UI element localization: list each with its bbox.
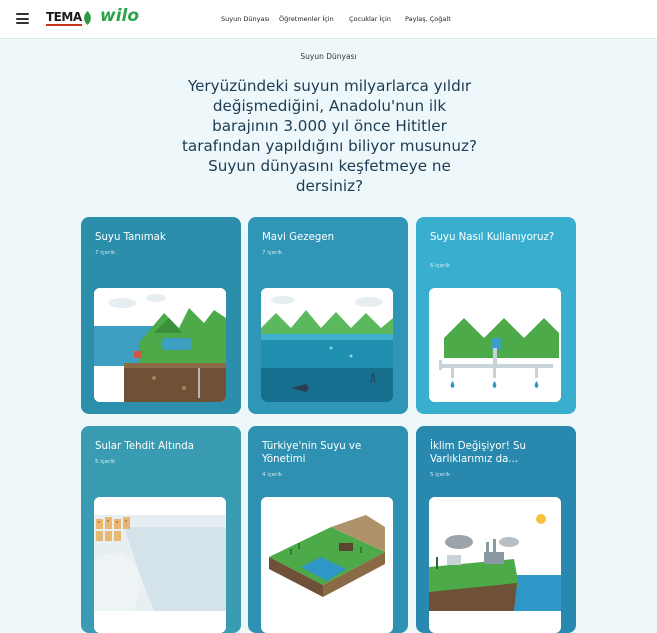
- threatened-water-illustration: [94, 497, 226, 633]
- water-usage-illustration: [429, 288, 561, 402]
- card-title: Suyu Tanımak: [95, 232, 166, 243]
- card-sular-tehdit-altinda[interactable]: Sular Tehdit Altında 5 içerik: [81, 426, 241, 633]
- card-turkiyenin-suyu[interactable]: Türkiye'nin Suyu ve Yönetimi 4 içerik: [248, 426, 408, 633]
- card-suyu-tanimak[interactable]: Suyu Tanımak 7 içerik: [81, 217, 241, 414]
- nav-ogretmenler-icin[interactable]: Öğretmenler İçin: [279, 15, 334, 23]
- card-title: Türkiye'nin Suyu ve Yönetimi: [262, 441, 362, 465]
- card-mavi-gezegen[interactable]: Mavi Gezegen 7 içerik: [248, 217, 408, 414]
- hero-headline: Yeryüzündeki suyun milyarlarca yıldır de…: [181, 77, 478, 195]
- nav-paylas-cogalt[interactable]: Paylaş, Çoğalt: [405, 15, 451, 23]
- nav-cocuklar-icin[interactable]: Çocuklar İçin: [349, 15, 391, 23]
- menu-icon[interactable]: [16, 13, 29, 24]
- card-title: Suyu Nasıl Kullanıyoruz?: [430, 232, 555, 243]
- card-count: 4 içerik: [262, 472, 283, 478]
- card-title: Sular Tehdit Altında: [95, 441, 194, 452]
- tema-logo[interactable]: TEMA: [46, 9, 92, 27]
- card-count: 6 içerik: [430, 263, 451, 269]
- wilo-logo[interactable]: wilo: [100, 6, 139, 26]
- card-iklim-degisiyor[interactable]: İklim Değişiyor! Su Varlıklarımız da... …: [416, 426, 576, 633]
- water-cycle-illustration: [94, 288, 226, 402]
- card-count: 5 içerik: [95, 459, 116, 465]
- card-count: 7 içerik: [262, 250, 283, 256]
- nav-suyun-dunyasi[interactable]: Suyun Dünyası: [221, 15, 270, 23]
- climate-change-illustration: [429, 497, 561, 633]
- section-eyebrow: Suyun Dünyası: [300, 52, 357, 61]
- site-header: TEMA wilo Suyun Dünyası Öğretmenler İçin…: [0, 0, 657, 39]
- card-count: 5 içerik: [430, 472, 451, 478]
- blue-planet-illustration: [261, 288, 393, 402]
- card-count: 7 içerik: [95, 250, 116, 256]
- leaf-icon: [83, 11, 91, 25]
- card-title: İklim Değişiyor! Su Varlıklarımız da...: [430, 441, 526, 465]
- card-suyu-nasil-kullaniyoruz[interactable]: Suyu Nasıl Kullanıyoruz? 6 içerik: [416, 217, 576, 414]
- turkey-water-management-illustration: [261, 497, 393, 633]
- card-title: Mavi Gezegen: [262, 232, 335, 243]
